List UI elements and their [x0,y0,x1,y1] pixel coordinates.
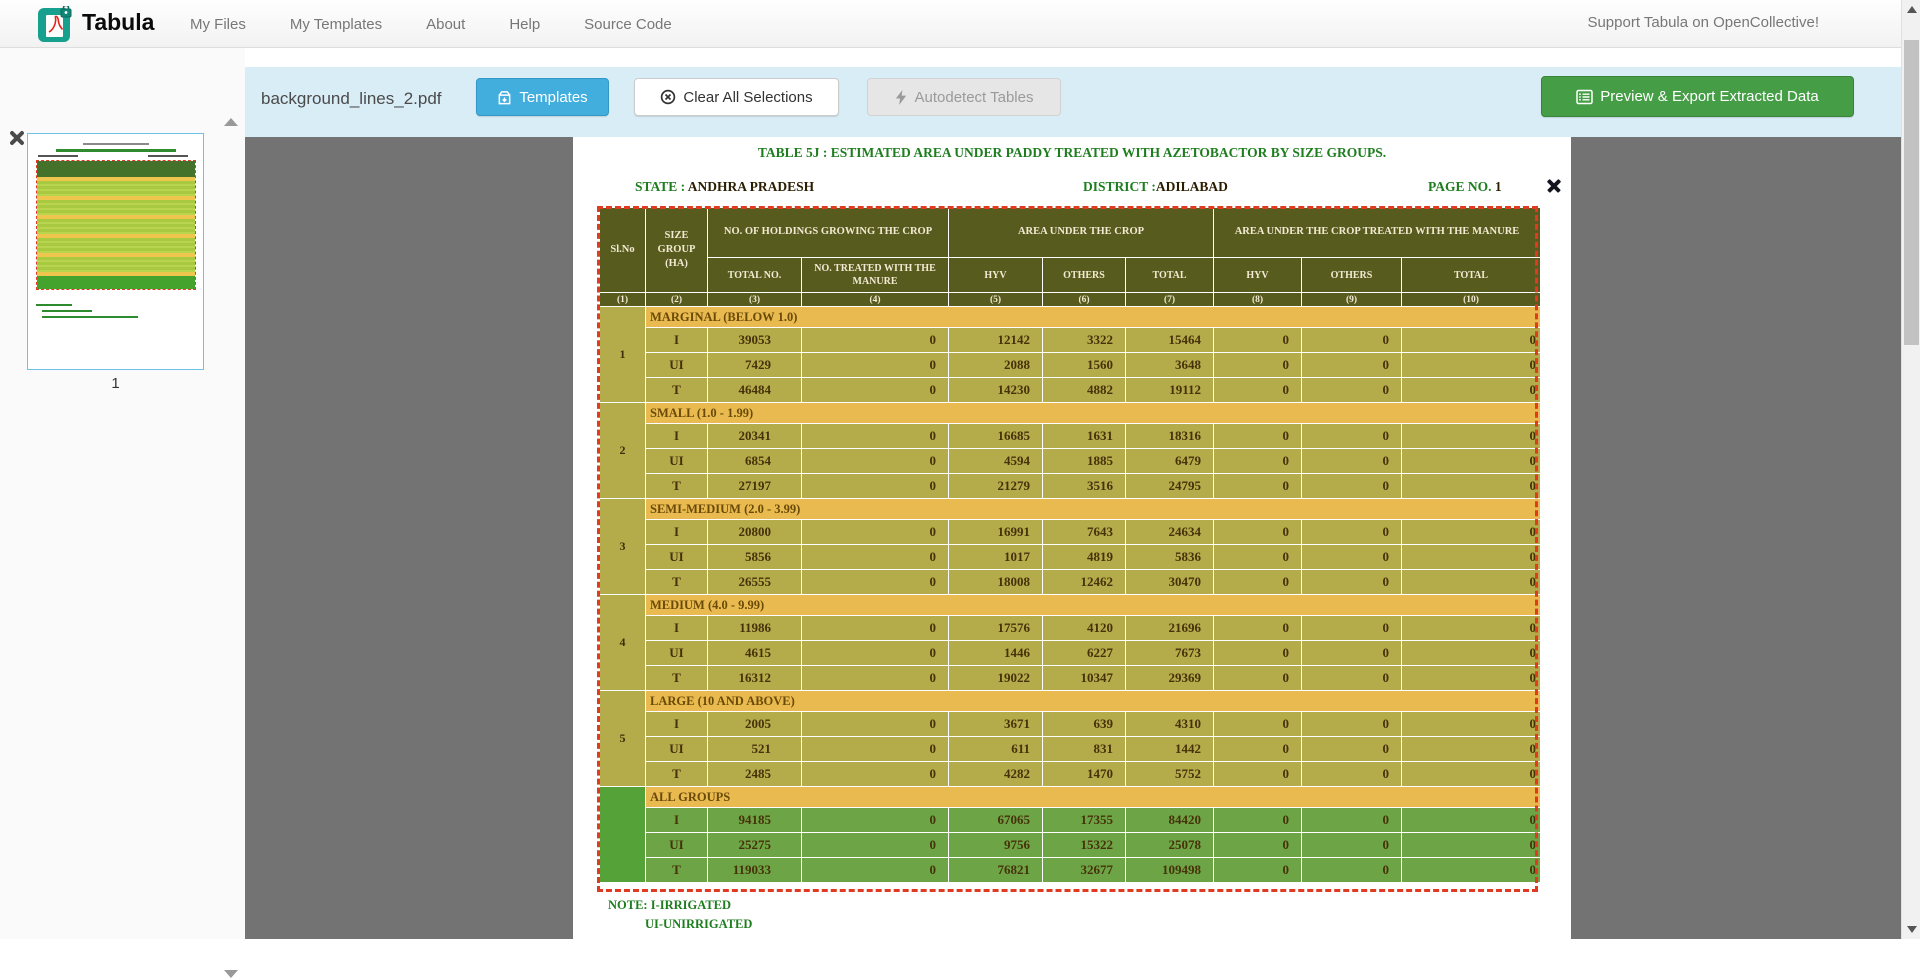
clear-all-selections-button[interactable]: Clear All Selections [634,78,839,116]
clear-selections-label: Clear All Selections [683,89,812,106]
thumbnail-sidebar: 1 [0,48,245,939]
thumb-note-line [42,310,92,312]
document-viewport: TABLE 5J : ESTIMATED AREA UNDER PADDY TR… [245,137,1901,939]
nav-item-my-files[interactable]: My Files [190,16,246,33]
thumb-state-line [38,155,78,157]
pdf-table-title: TABLE 5J : ESTIMATED AREA UNDER PADDY TR… [573,145,1571,161]
pdf-page[interactable]: TABLE 5J : ESTIMATED AREA UNDER PADDY TR… [573,137,1571,939]
brand-title[interactable]: Tabula [82,9,154,36]
thumb-title-line [83,143,149,145]
close-file-icon[interactable] [7,128,27,148]
district-field: DISTRICT :ADILABAD [1083,179,1228,195]
sidebar-scroll-down-icon[interactable] [224,970,238,978]
table-selection[interactable] [597,206,1538,892]
autodetect-label: Autodetect Tables [915,89,1034,106]
thumb-note-line [36,304,72,306]
thumb-subtitle-line [56,149,176,152]
thumb-pageno-line [148,155,188,157]
preview-export-button[interactable]: Preview & Export Extracted Data [1541,76,1854,117]
window-scrollbar[interactable] [1901,0,1920,939]
state-field: STATE : ANDHRA PRADESH [635,179,814,195]
sidebar-scroll-up-icon[interactable] [224,118,238,126]
selection-close-icon[interactable] [1546,178,1562,194]
nav-item-source-code[interactable]: Source Code [584,16,672,33]
tabula-logo-icon [38,6,74,42]
toolbar: background_lines_2.pdf Templates Clear A… [245,67,1901,137]
templates-button-label: Templates [519,89,587,106]
autodetect-icon [895,90,908,105]
thumb-note-line [42,316,138,318]
templates-icon [497,90,512,105]
autodetect-tables-button: Autodetect Tables [867,78,1061,116]
scrollbar-thumb[interactable] [1904,40,1919,345]
clear-selections-icon [660,89,676,105]
page-thumbnail[interactable] [27,133,204,370]
nav-menu: My Files My Templates About Help Source … [190,0,672,48]
thumbnail-mini-table [36,160,196,290]
page-no-field: PAGE NO. 1 [1428,179,1502,195]
templates-button[interactable]: Templates [476,78,609,116]
nav-item-help[interactable]: Help [509,16,540,33]
scrollbar-down-icon[interactable] [1907,926,1917,933]
export-data-icon [1576,89,1593,105]
pdf-note-line2: UI-UNIRRIGATED [645,917,752,932]
pdf-note-line1: NOTE: I-IRRIGATED [608,898,731,913]
nav-item-my-templates[interactable]: My Templates [290,16,382,33]
open-filename: background_lines_2.pdf [261,89,442,109]
support-link[interactable]: Support Tabula on OpenCollective! [1587,14,1819,31]
scrollbar-up-icon[interactable] [1907,6,1917,13]
nav-item-about[interactable]: About [426,16,465,33]
preview-export-label: Preview & Export Extracted Data [1600,88,1818,105]
thumbnail-page-number: 1 [27,375,204,392]
navbar: Tabula My Files My Templates About Help … [0,0,1901,48]
